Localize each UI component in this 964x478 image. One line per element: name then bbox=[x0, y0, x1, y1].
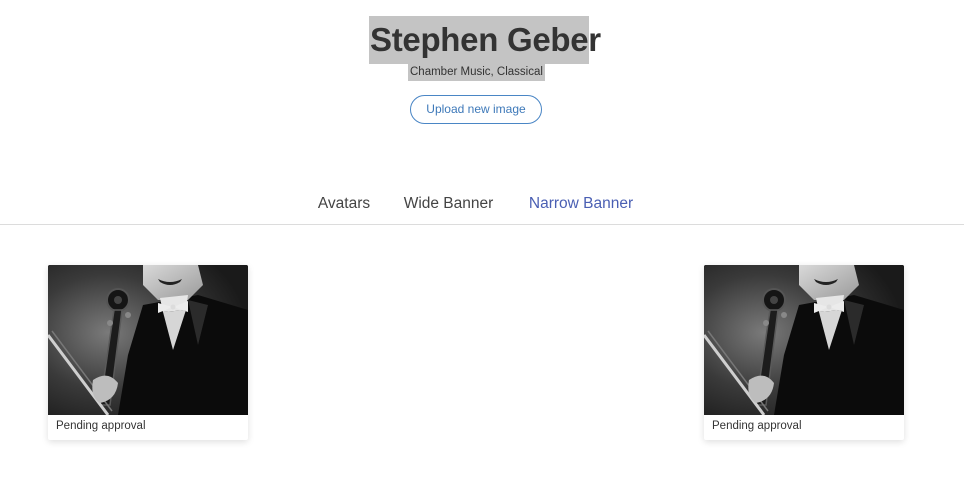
artist-name-title: Stephen Geber bbox=[369, 16, 601, 64]
image-card[interactable]: Pending approval bbox=[48, 265, 248, 440]
image-status: Pending approval bbox=[712, 420, 802, 432]
tabs-divider bbox=[0, 224, 964, 225]
upload-new-image-button[interactable]: Upload new image bbox=[410, 95, 542, 124]
page: Stephen Geber Chamber Music, Classical U… bbox=[0, 0, 964, 478]
tab-wide-banner[interactable]: Wide Banner bbox=[398, 194, 499, 225]
cellist-photo bbox=[704, 265, 904, 415]
tab-avatars[interactable]: Avatars bbox=[314, 194, 374, 225]
image-card[interactable]: Pending approval bbox=[704, 265, 904, 440]
cellist-photo bbox=[48, 265, 248, 415]
tab-narrow-banner[interactable]: Narrow Banner bbox=[511, 194, 651, 225]
artist-genres: Chamber Music, Classical bbox=[408, 64, 545, 81]
image-status: Pending approval bbox=[56, 420, 146, 432]
